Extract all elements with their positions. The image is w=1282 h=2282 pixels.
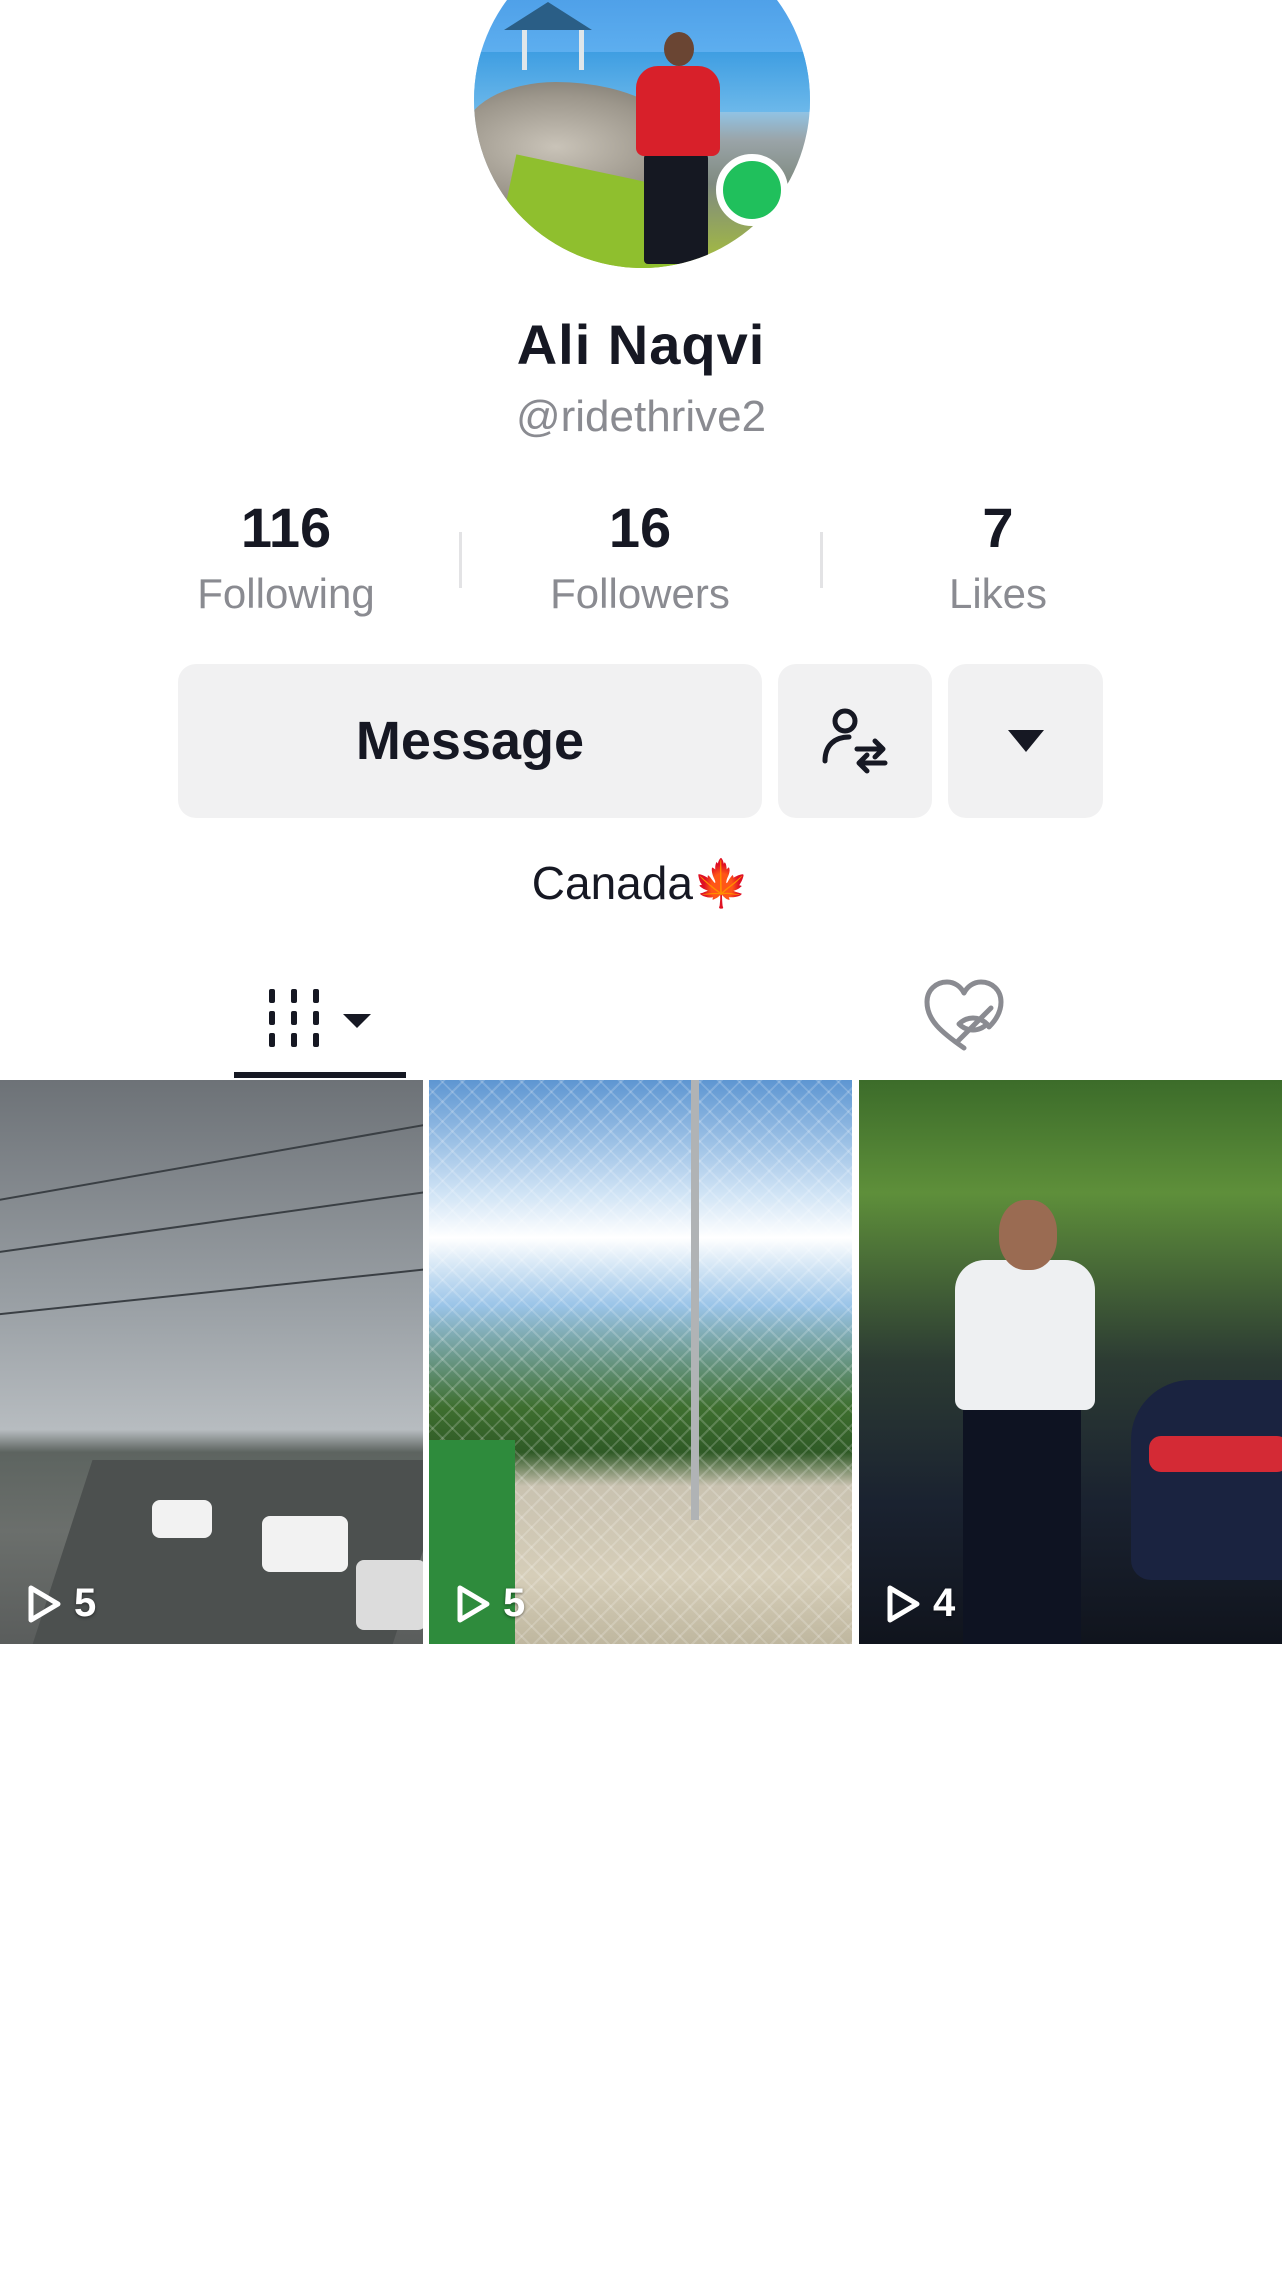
thumb-car xyxy=(1131,1380,1282,1580)
view-count-value: 4 xyxy=(933,1581,956,1625)
thumb-wire xyxy=(0,1186,423,1256)
message-button[interactable]: Message xyxy=(178,664,762,818)
followers-count: 16 xyxy=(608,496,672,559)
maple-leaf-emoji: 🍁 xyxy=(692,857,751,909)
avatar-gazebo xyxy=(504,2,592,30)
thumb-person-body xyxy=(955,1260,1095,1410)
bio: Canada🍁 xyxy=(0,856,1282,911)
profile-avatar-wrapper[interactable] xyxy=(474,0,810,268)
thumb-pole xyxy=(691,1080,699,1520)
tab-liked[interactable] xyxy=(878,958,1050,1078)
thumb-person-legs xyxy=(963,1408,1081,1644)
view-count-value: 5 xyxy=(74,1581,97,1625)
stat-divider xyxy=(459,532,462,588)
view-count: 5 xyxy=(455,1581,525,1626)
video-thumbnail[interactable]: 5 xyxy=(0,1080,423,1644)
avatar-person-head xyxy=(664,32,694,66)
thumb-car xyxy=(356,1560,423,1630)
play-icon xyxy=(885,1584,921,1624)
tab-caret-down-icon xyxy=(343,1014,371,1028)
stat-followers[interactable]: 16 Followers xyxy=(480,490,800,622)
following-count: 116 xyxy=(240,496,332,559)
play-icon xyxy=(26,1584,62,1624)
thumb-taillight xyxy=(1149,1436,1282,1472)
videos-grid-icon xyxy=(269,989,371,1047)
stat-likes[interactable]: 7 Likes xyxy=(838,490,1158,622)
thumb-wire xyxy=(0,1264,423,1318)
followers-label: Followers xyxy=(550,570,730,617)
video-thumbnail[interactable]: 4 xyxy=(859,1080,1282,1644)
thumb-wire xyxy=(0,1118,423,1204)
liked-hidden-icon xyxy=(921,978,1007,1059)
likes-label: Likes xyxy=(948,570,1048,617)
person-swap-icon xyxy=(819,703,891,780)
online-status-dot xyxy=(716,154,788,226)
follow-switch-button[interactable] xyxy=(778,664,932,818)
avatar-gazebo-body xyxy=(522,30,584,70)
more-options-button[interactable] xyxy=(948,664,1103,818)
avatar-person-body xyxy=(636,66,720,156)
tab-selected-indicator xyxy=(234,1072,406,1078)
caret-down-icon xyxy=(1007,730,1044,752)
view-count-value: 5 xyxy=(503,1581,526,1625)
avatar[interactable] xyxy=(474,0,810,268)
view-count: 5 xyxy=(26,1581,96,1626)
thumb-car xyxy=(262,1516,348,1572)
avatar-person-legs xyxy=(644,154,708,264)
stat-following[interactable]: 116 Following xyxy=(126,490,446,622)
view-count: 4 xyxy=(885,1581,955,1626)
likes-count: 7 xyxy=(982,496,1014,559)
thumb-car xyxy=(152,1500,212,1538)
bio-text: Canada xyxy=(531,857,693,909)
username-handle: @ridethrive2 xyxy=(515,392,767,441)
display-name: Ali Naqvi xyxy=(516,313,766,376)
stat-divider xyxy=(820,532,823,588)
following-label: Following xyxy=(197,570,375,617)
video-thumbnail[interactable]: 5 xyxy=(429,1080,852,1644)
play-icon xyxy=(455,1584,491,1624)
tab-videos[interactable] xyxy=(234,958,406,1078)
thumb-person-head xyxy=(999,1200,1057,1270)
